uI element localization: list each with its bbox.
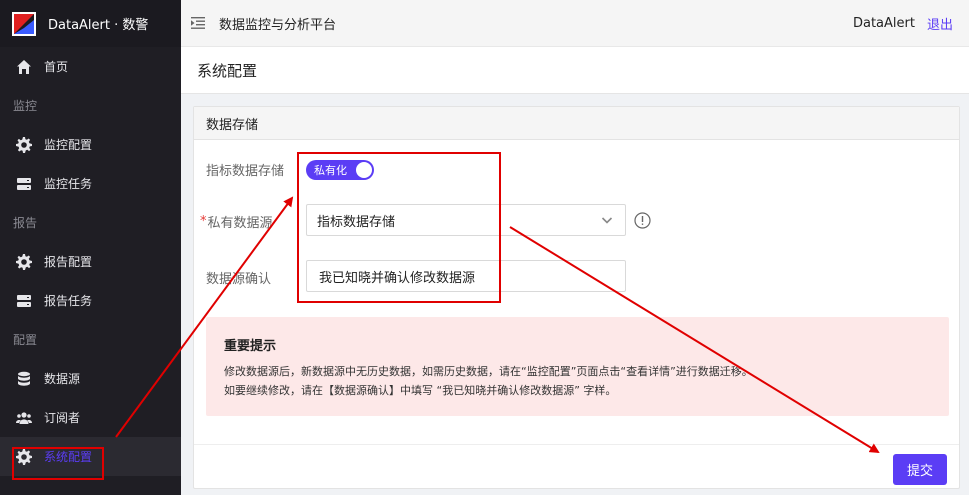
sidebar-item-label: 数据源 <box>44 372 81 386</box>
top-header: 数据监控与分析平台 DataAlert 退出 <box>181 0 969 47</box>
users-icon <box>15 409 33 427</box>
database-icon <box>15 370 33 388</box>
sidebar-item-monitor-task[interactable]: 监控任务 <box>0 164 181 203</box>
sidebar-group-config: 配置 <box>13 333 38 347</box>
logo-icon <box>12 11 36 36</box>
sidebar-item-subscriber[interactable]: 订阅者 <box>0 398 181 437</box>
warning-alert: 重要提示 修改数据源后，新数据源中无历史数据，如需历史数据，请在“监控配置”页面… <box>206 317 949 416</box>
sidebar: DataAlert · 数警 首页 监控 监控配置 监控任务 报告 报告配置 报… <box>0 0 181 495</box>
username: DataAlert <box>852 15 915 31</box>
gear-icon <box>15 136 33 154</box>
menu-fold-icon[interactable] <box>191 16 205 30</box>
sidebar-item-home[interactable]: 首页 <box>0 47 181 86</box>
home-icon <box>15 58 33 76</box>
sidebar-item-report-config[interactable]: 报告配置 <box>0 242 181 281</box>
sidebar-item-label: 监控配置 <box>44 138 93 152</box>
gear-icon <box>15 253 33 271</box>
confirm-label: 数据源确认 <box>206 272 272 287</box>
logout-link[interactable]: 退出 <box>927 14 953 33</box>
annotation-box-form <box>297 152 501 303</box>
divider <box>194 444 959 445</box>
alert-line: 如要继续修改，请在【数据源确认】中填写 “我已知晓并确认修改数据源” 字样。 <box>224 384 617 397</box>
sidebar-item-label: 订阅者 <box>44 411 81 425</box>
alert-line: 修改数据源后，新数据源中无历史数据，如需历史数据，请在“监控配置”页面点击“查看… <box>224 365 753 378</box>
sidebar-group-report: 报告 <box>13 216 38 230</box>
sidebar-item-label: 监控任务 <box>44 177 93 191</box>
sidebar-item-label: 报告任务 <box>44 294 93 308</box>
sidebar-item-report-task[interactable]: 报告任务 <box>0 281 181 320</box>
annotation-box-sidebar <box>12 447 104 480</box>
sidebar-item-label: 报告配置 <box>44 255 93 269</box>
server-icon <box>15 175 33 193</box>
sidebar-item-label: 首页 <box>44 60 69 74</box>
sidebar-group-monitor: 监控 <box>13 99 38 113</box>
private-source-row: * 私有数据源 <box>200 212 273 231</box>
confirm-row: 数据源确认 <box>206 268 271 287</box>
logo[interactable]: DataAlert · 数警 <box>0 0 181 47</box>
page-title: 系统配置 <box>197 61 258 80</box>
metric-storage-label: 指标数据存储 <box>206 164 285 179</box>
card-title: 数据存储 <box>194 107 959 140</box>
page-title-bar: 系统配置 <box>181 47 969 94</box>
submit-button[interactable]: 提交 <box>893 454 947 485</box>
header-right: DataAlert 退出 <box>853 14 953 33</box>
sidebar-item-monitor-config[interactable]: 监控配置 <box>0 125 181 164</box>
info-icon[interactable] <box>634 211 651 229</box>
sidebar-item-datasource[interactable]: 数据源 <box>0 359 181 398</box>
server-icon <box>15 292 33 310</box>
metric-storage-row: 指标数据存储 <box>206 160 284 179</box>
alert-title: 重要提示 <box>224 339 277 354</box>
required-asterisk: * <box>200 214 207 229</box>
logo-text: DataAlert · 数警 <box>48 18 149 33</box>
header-title: 数据监控与分析平台 <box>219 17 337 33</box>
private-source-label: 私有数据源 <box>207 216 273 231</box>
chevron-down-icon <box>601 214 613 226</box>
